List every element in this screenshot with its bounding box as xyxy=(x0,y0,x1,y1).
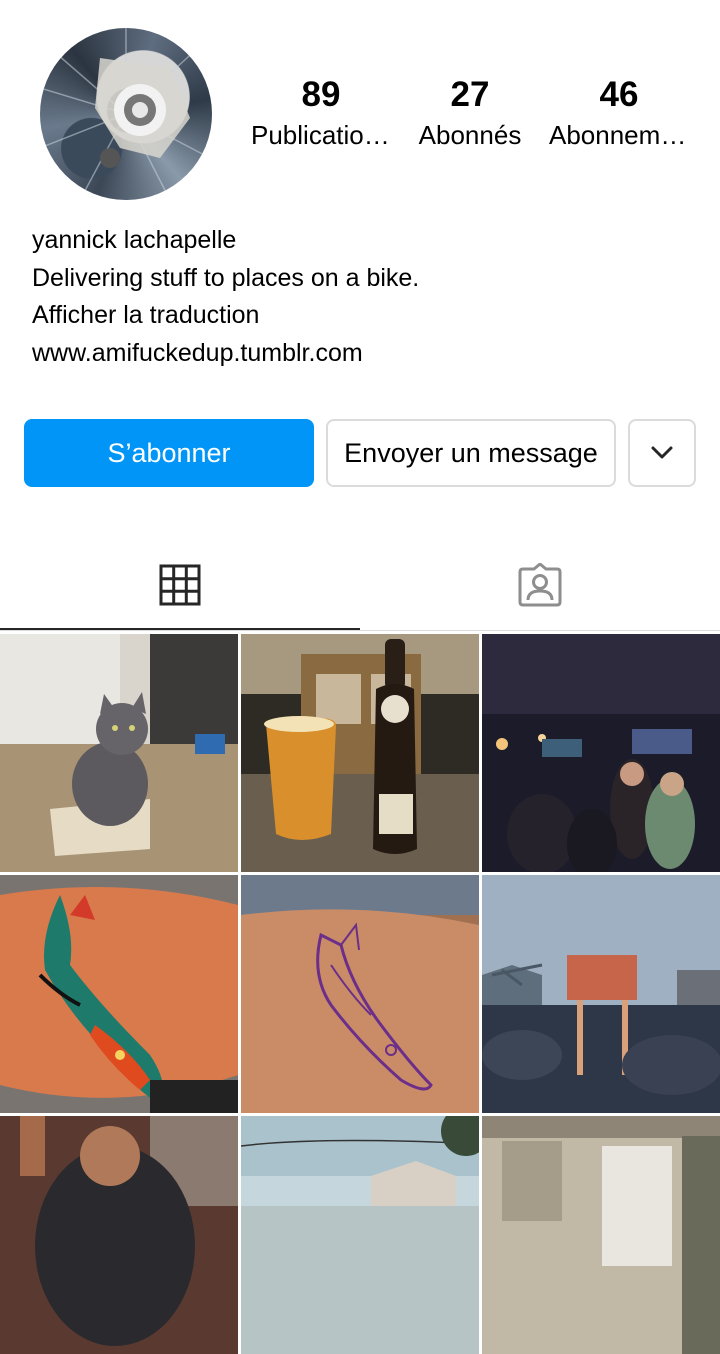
profile-name: yannick lachapelle xyxy=(32,226,237,254)
stat-following[interactable]: 46 Abonnements xyxy=(549,74,689,152)
stat-followers-label: Abonnés xyxy=(418,120,522,150)
post-tile[interactable] xyxy=(241,634,479,872)
stat-posts-count: 89 xyxy=(301,75,341,114)
cat-photo-thumbnail xyxy=(0,634,238,872)
profile-tabs xyxy=(0,540,720,632)
post-tile[interactable] xyxy=(0,1116,238,1354)
post-tile[interactable] xyxy=(482,1116,720,1354)
suggested-accounts-button[interactable] xyxy=(628,419,696,487)
stat-posts[interactable]: 89 Publications xyxy=(251,74,391,152)
tab-tagged[interactable] xyxy=(360,540,720,630)
website-link[interactable]: www.amifuckedup.tumblr.com xyxy=(32,335,692,373)
bicycle-hub-icon xyxy=(40,28,211,200)
post-tile[interactable] xyxy=(241,1116,479,1354)
stat-followers-count: 27 xyxy=(450,75,490,114)
chevron-down-icon xyxy=(651,446,673,459)
tab-grid[interactable] xyxy=(0,540,360,630)
bio-text: Delivering stuff to places on a bike. xyxy=(32,263,420,292)
post-tile[interactable] xyxy=(0,875,238,1113)
message-button[interactable]: Envoyer un message xyxy=(326,419,616,487)
street-photo-thumbnail xyxy=(241,1116,479,1354)
tagged-person-icon xyxy=(518,563,562,607)
profile-header: 89 Publications 27 Abonnés 46 Abonnement… xyxy=(0,0,720,210)
stat-followers[interactable]: 27 Abonnés xyxy=(400,74,540,152)
translate-link[interactable]: Afficher la traduction xyxy=(32,297,692,335)
bar-crowd-photo-thumbnail xyxy=(482,634,720,872)
tab-divider xyxy=(0,630,720,631)
grid-icon xyxy=(159,564,201,606)
stat-following-count: 46 xyxy=(599,75,639,114)
outdoor-event-photo-thumbnail xyxy=(482,875,720,1113)
post-tile[interactable] xyxy=(241,875,479,1113)
security-shirt-photo-thumbnail xyxy=(0,1116,238,1354)
stat-following-label: Abonnements xyxy=(549,120,689,150)
message-button-label: Envoyer un message xyxy=(344,437,598,468)
profile-avatar[interactable] xyxy=(40,28,212,200)
stat-posts-label: Publications xyxy=(251,120,391,150)
post-tile[interactable] xyxy=(482,875,720,1113)
profile-bio: yannick lachapelle Delivering stuff to p… xyxy=(32,222,692,372)
stencil-tattoo-photo-thumbnail xyxy=(241,875,479,1113)
room-interior-photo-thumbnail xyxy=(482,1116,720,1354)
beer-photo-thumbnail xyxy=(241,634,479,872)
post-tile[interactable] xyxy=(0,634,238,872)
post-tile[interactable] xyxy=(482,634,720,872)
follow-button[interactable]: S’abonner xyxy=(24,419,314,487)
fish-tattoo-photo-thumbnail xyxy=(0,875,238,1113)
